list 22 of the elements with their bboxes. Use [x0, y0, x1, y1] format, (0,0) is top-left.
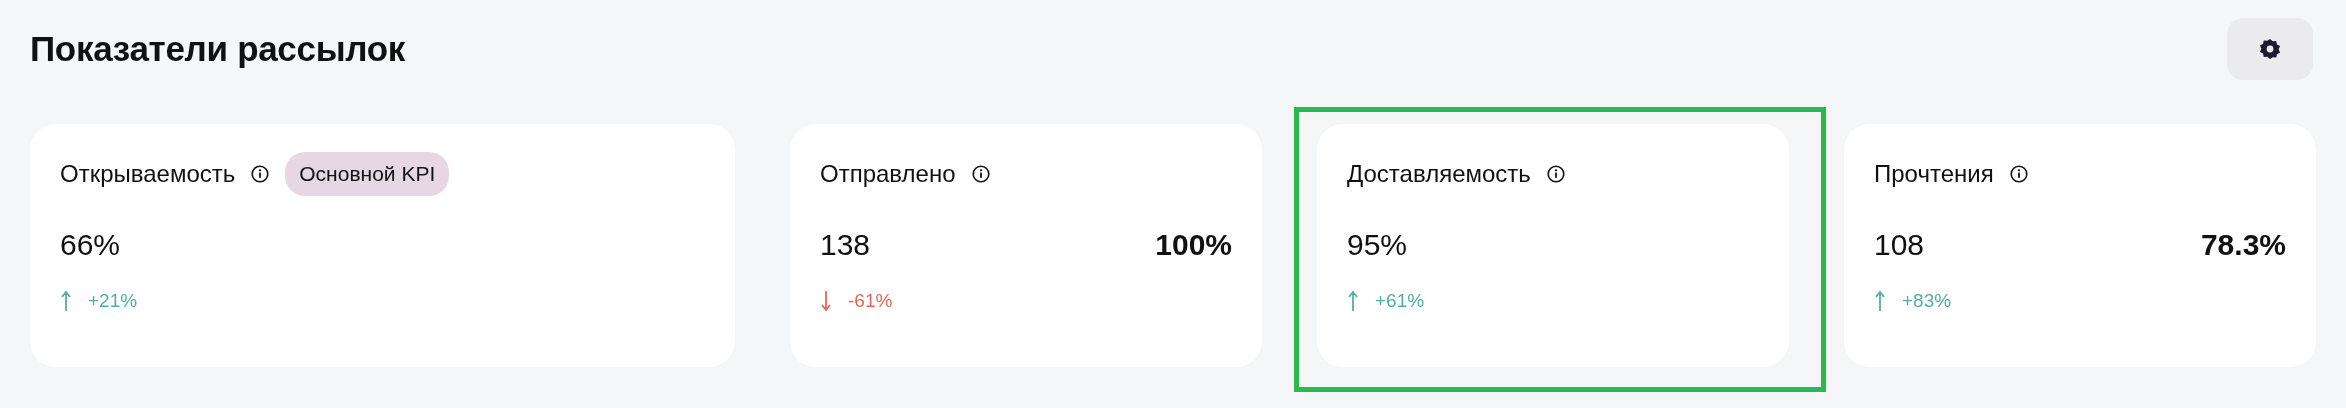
settings-button[interactable]	[2227, 18, 2313, 80]
info-icon[interactable]	[2009, 165, 2028, 183]
info-icon[interactable]	[1546, 165, 1565, 183]
info-icon[interactable]	[251, 165, 270, 183]
settings-icon	[2259, 38, 2281, 60]
metric-change: +83%	[1902, 289, 1952, 313]
metric-value: 95%	[1347, 227, 1408, 263]
metric-change: +21%	[88, 289, 138, 313]
metric-value: 138	[820, 227, 871, 263]
metric-share: 100%	[1155, 227, 1232, 263]
metric-label: Отправлено	[820, 159, 956, 189]
metric-value: 108	[1874, 227, 1925, 263]
metric-label: Открываемость	[60, 159, 236, 189]
metric-change: +61%	[1375, 289, 1425, 313]
page-title: Показатели рассылок	[30, 27, 406, 70]
metric-share: 78.3%	[2200, 227, 2286, 263]
metric-change: -61%	[848, 289, 893, 313]
metric-label: Прочтения	[1874, 159, 1994, 189]
metric-value: 66%	[60, 227, 121, 263]
kpi-tag: Основной KPI	[285, 152, 450, 196]
info-icon[interactable]	[971, 165, 990, 183]
metric-label: Доставляемость	[1347, 159, 1531, 189]
